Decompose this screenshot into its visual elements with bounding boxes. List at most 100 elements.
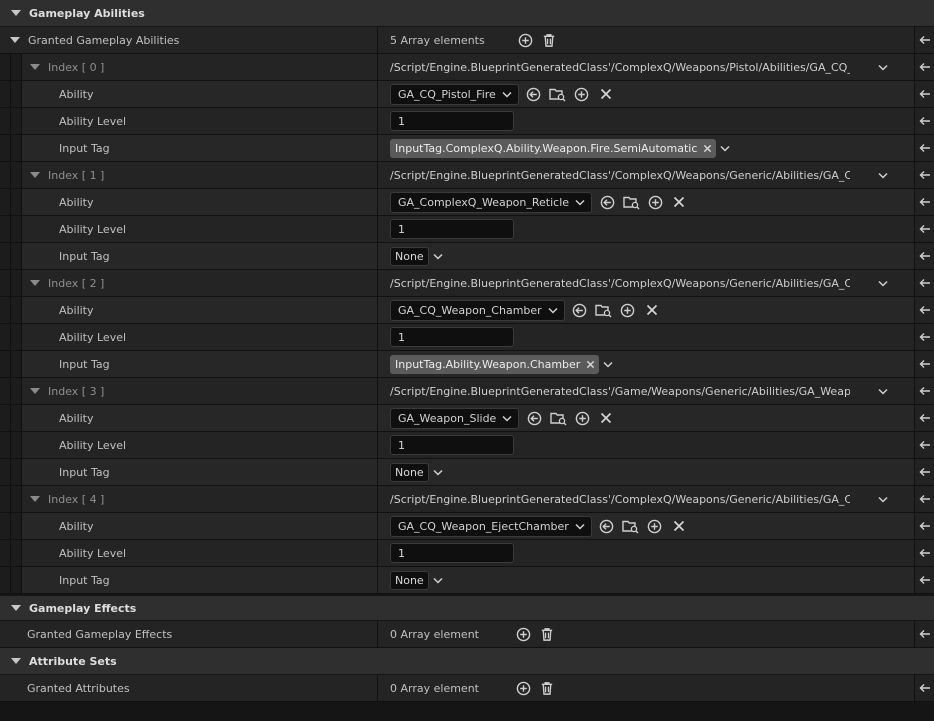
reset-to-default-icon[interactable]	[916, 490, 934, 508]
chevron-down-icon[interactable]	[433, 253, 443, 260]
ability-class-value: GA_ComplexQ_Weapon_Reticle	[398, 195, 570, 209]
class-path-text[interactable]: /Script/Engine.BlueprintGeneratedClass'/…	[390, 169, 850, 182]
input-tag-none[interactable]: None	[390, 570, 429, 590]
remove-tag-icon[interactable]	[703, 144, 712, 153]
use-selected-icon[interactable]	[525, 85, 543, 103]
indent-guide	[0, 486, 11, 512]
reset-to-default-icon[interactable]	[916, 301, 934, 319]
reset-to-default-icon[interactable]	[916, 436, 934, 454]
chevron-down-icon[interactable]	[874, 382, 892, 400]
class-path-text[interactable]: /Script/Engine.BlueprintGeneratedClass'/…	[390, 385, 850, 398]
chevron-down-icon[interactable]	[11, 605, 21, 611]
add-element-icon[interactable]	[516, 31, 534, 49]
reset-to-default-icon[interactable]	[916, 247, 934, 265]
category-header[interactable]: Gameplay Effects	[0, 596, 934, 621]
trash-icon[interactable]	[538, 625, 556, 643]
chevron-down-icon[interactable]	[720, 145, 730, 152]
reset-to-default-icon[interactable]	[916, 328, 934, 346]
browse-asset-icon[interactable]	[549, 85, 567, 103]
chevron-down-icon[interactable]	[874, 274, 892, 292]
class-path-text[interactable]: /Script/Engine.BlueprintGeneratedClass'/…	[390, 493, 850, 506]
granted-abilities-row: Granted Gameplay Abilities 5 Array elemen…	[0, 27, 934, 54]
use-selected-icon[interactable]	[571, 301, 589, 319]
add-element-icon[interactable]	[514, 679, 532, 697]
browse-asset-icon[interactable]	[549, 409, 567, 427]
browse-asset-icon[interactable]	[595, 301, 613, 319]
trash-icon[interactable]	[538, 679, 556, 697]
add-element-icon[interactable]	[619, 301, 637, 319]
class-path-text[interactable]: /Script/Engine.BlueprintGeneratedClass'/…	[390, 61, 850, 74]
add-element-icon[interactable]	[646, 193, 664, 211]
add-element-icon[interactable]	[514, 625, 532, 643]
category-header[interactable]: Attribute Sets	[0, 648, 934, 675]
clear-icon[interactable]	[597, 85, 615, 103]
reset-to-default-icon[interactable]	[916, 31, 934, 49]
ability-level-input[interactable]: 1	[390, 543, 514, 563]
browse-asset-icon[interactable]	[622, 193, 640, 211]
reset-to-default-icon[interactable]	[916, 679, 934, 697]
chevron-down-icon[interactable]	[10, 37, 20, 43]
reset-to-default-icon[interactable]	[916, 274, 934, 292]
clear-icon[interactable]	[597, 409, 615, 427]
remove-tag-icon[interactable]	[586, 360, 595, 369]
ability-level-input[interactable]: 1	[390, 111, 514, 131]
chevron-down-icon[interactable]	[30, 64, 40, 70]
ability-level-input[interactable]: 1	[390, 219, 514, 239]
use-selected-icon[interactable]	[525, 409, 543, 427]
ability-class-picker[interactable]: GA_CQ_Weapon_Chamber	[390, 299, 565, 321]
category-header[interactable]: Gameplay Abilities	[0, 0, 934, 27]
reset-to-default-icon[interactable]	[916, 58, 934, 76]
chevron-down-icon[interactable]	[874, 58, 892, 76]
chevron-down-icon[interactable]	[603, 361, 613, 368]
ability-class-picker[interactable]: GA_CQ_Pistol_Fire	[390, 83, 519, 105]
ability-level-label: Ability Level	[59, 114, 127, 128]
add-element-icon[interactable]	[646, 517, 664, 535]
reset-to-default-icon[interactable]	[916, 112, 934, 130]
ability-level-input[interactable]: 1	[390, 435, 514, 455]
chevron-down-icon[interactable]	[30, 280, 40, 286]
reset-to-default-icon[interactable]	[916, 85, 934, 103]
indent-guide	[0, 243, 11, 269]
chevron-down-icon[interactable]	[30, 496, 40, 502]
class-path-text[interactable]: /Script/Engine.BlueprintGeneratedClass'/…	[390, 277, 850, 290]
reset-to-default-icon[interactable]	[916, 463, 934, 481]
use-selected-icon[interactable]	[598, 193, 616, 211]
chevron-down-icon[interactable]	[874, 166, 892, 184]
reset-to-default-icon[interactable]	[916, 625, 934, 643]
reset-to-default-icon[interactable]	[916, 382, 934, 400]
reset-to-default-icon[interactable]	[916, 355, 934, 373]
input-tag-none[interactable]: None	[390, 462, 429, 482]
ability-class-picker[interactable]: GA_Weapon_Slide	[390, 407, 520, 429]
browse-asset-icon[interactable]	[622, 517, 640, 535]
clear-icon[interactable]	[670, 193, 688, 211]
reset-to-default-icon[interactable]	[916, 166, 934, 184]
use-selected-icon[interactable]	[598, 517, 616, 535]
ability-level-input[interactable]: 1	[390, 327, 514, 347]
chevron-down-icon[interactable]	[30, 172, 40, 178]
gameplay-tag-text: InputTag.ComplexQ.Ability.Weapon.Fire.Se…	[395, 141, 698, 155]
reset-to-default-icon[interactable]	[916, 544, 934, 562]
reset-to-default-icon[interactable]	[916, 193, 934, 211]
clear-icon[interactable]	[643, 301, 661, 319]
ability-class-picker[interactable]: GA_CQ_Weapon_EjectChamber	[390, 515, 592, 537]
add-element-icon[interactable]	[573, 409, 591, 427]
gameplay-tag-chip[interactable]: InputTag.ComplexQ.Ability.Weapon.Fire.Se…	[390, 138, 717, 158]
reset-to-default-icon[interactable]	[916, 517, 934, 535]
chevron-down-icon[interactable]	[30, 388, 40, 394]
chevron-down-icon[interactable]	[433, 469, 443, 476]
clear-icon[interactable]	[670, 517, 688, 535]
reset-to-default-icon[interactable]	[916, 139, 934, 157]
gameplay-tag-chip[interactable]: InputTag.Ability.Weapon.Chamber	[390, 354, 600, 374]
trash-icon[interactable]	[540, 31, 558, 49]
chevron-down-icon[interactable]	[11, 10, 21, 16]
reset-to-default-icon[interactable]	[916, 571, 934, 589]
input-tag-none[interactable]: None	[390, 246, 429, 266]
chevron-down-icon[interactable]	[11, 658, 21, 664]
chevron-down-icon[interactable]	[874, 490, 892, 508]
indent-guide	[11, 486, 22, 512]
reset-to-default-icon[interactable]	[916, 220, 934, 238]
add-element-icon[interactable]	[573, 85, 591, 103]
chevron-down-icon[interactable]	[433, 577, 443, 584]
ability-class-picker[interactable]: GA_ComplexQ_Weapon_Reticle	[390, 191, 593, 213]
reset-to-default-icon[interactable]	[916, 409, 934, 427]
